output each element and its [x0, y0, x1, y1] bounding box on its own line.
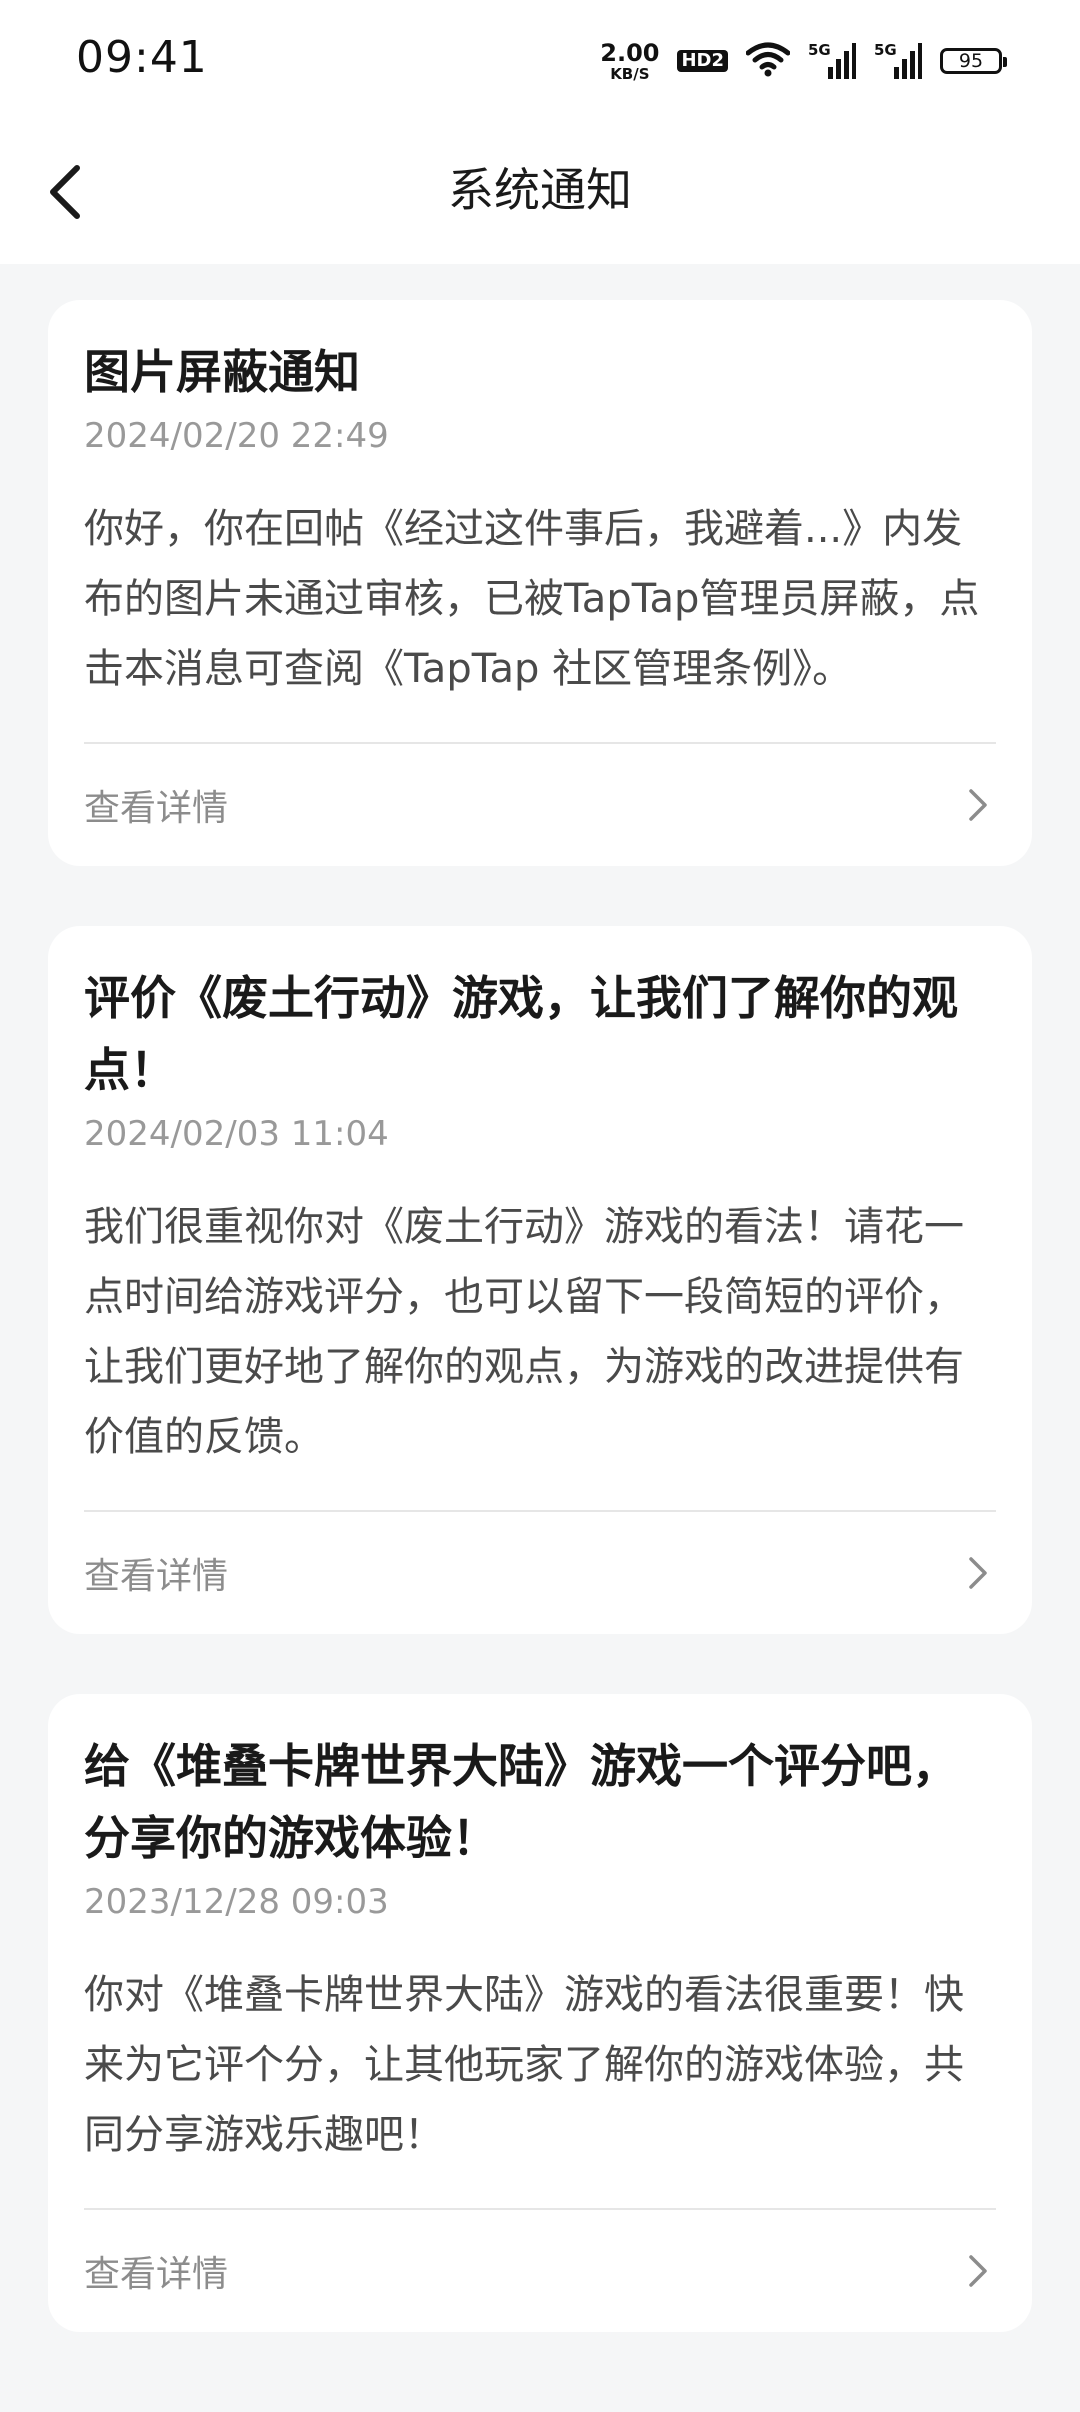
- notification-time: 2024/02/03 11:04: [84, 1114, 389, 1154]
- notification-body: 你对《堆叠卡牌世界大陆》游戏的看法很重要！快来为它评个分，让其他玩家了解你的游戏…: [84, 1972, 964, 2158]
- network-speed-unit: KB/S: [610, 64, 650, 83]
- view-details-button[interactable]: 查看详情: [84, 1510, 996, 1634]
- status-bar: 09:41 2.00 KB/S HD2 5G 5G 95: [0, 0, 1080, 120]
- notification-card[interactable]: 图片屏蔽通知 2024/02/20 22:49 你好，你在回帖《经过这件事后，我…: [48, 300, 1032, 866]
- notification-body: 我们很重视你对《废土行动》游戏的看法！请花一点时间给游戏评分，也可以留下一段简短…: [84, 1204, 964, 1460]
- view-details-label: 查看详情: [84, 1556, 229, 1597]
- signal-icon: 5G: [808, 41, 856, 79]
- view-details-label: 查看详情: [84, 788, 229, 829]
- view-details-button[interactable]: 查看详情: [84, 742, 996, 866]
- wifi-icon: [745, 41, 791, 81]
- notification-card[interactable]: 评价《废土行动》游戏，让我们了解你的观点！ 2024/02/03 11:04 我…: [48, 926, 1032, 1634]
- header-bar: 系统通知: [0, 120, 1080, 264]
- notification-time: 2023/12/28 09:03: [84, 1882, 389, 1922]
- network-speed-value: 2.00: [600, 38, 660, 67]
- chevron-right-icon: [960, 2253, 996, 2289]
- battery-level: 95: [958, 50, 984, 72]
- notification-title: 图片屏蔽通知: [84, 345, 360, 399]
- status-time: 09:41: [76, 32, 208, 83]
- view-details-label: 查看详情: [84, 2254, 229, 2295]
- battery-icon: 95: [940, 48, 1007, 74]
- hd-badge: HD2: [677, 50, 728, 72]
- page-title: 系统通知: [448, 163, 632, 217]
- network-speed: 2.00 KB/S: [600, 41, 659, 82]
- notification-body: 你好，你在回帖《经过这件事后，我避着...》内发布的图片未通过审核，已被TapT…: [84, 506, 980, 692]
- notification-title: 评价《废土行动》游戏，让我们了解你的观点！: [84, 971, 958, 1097]
- signal-icon: 5G: [874, 41, 922, 79]
- notification-time: 2024/02/20 22:49: [84, 416, 389, 456]
- notification-list: 图片屏蔽通知 2024/02/20 22:49 你好，你在回帖《经过这件事后，我…: [48, 300, 1032, 2392]
- view-details-button[interactable]: 查看详情: [84, 2208, 996, 2332]
- notification-card[interactable]: 给《堆叠卡牌世界大陆》游戏一个评分吧，分享你的游戏体验！ 2023/12/28 …: [48, 1694, 1032, 2332]
- notification-title: 给《堆叠卡牌世界大陆》游戏一个评分吧，分享你的游戏体验！: [84, 1739, 958, 1865]
- chevron-right-icon: [960, 1555, 996, 1591]
- status-icons: 2.00 KB/S HD2 5G 5G 95: [600, 36, 1007, 86]
- chevron-right-icon: [960, 787, 996, 823]
